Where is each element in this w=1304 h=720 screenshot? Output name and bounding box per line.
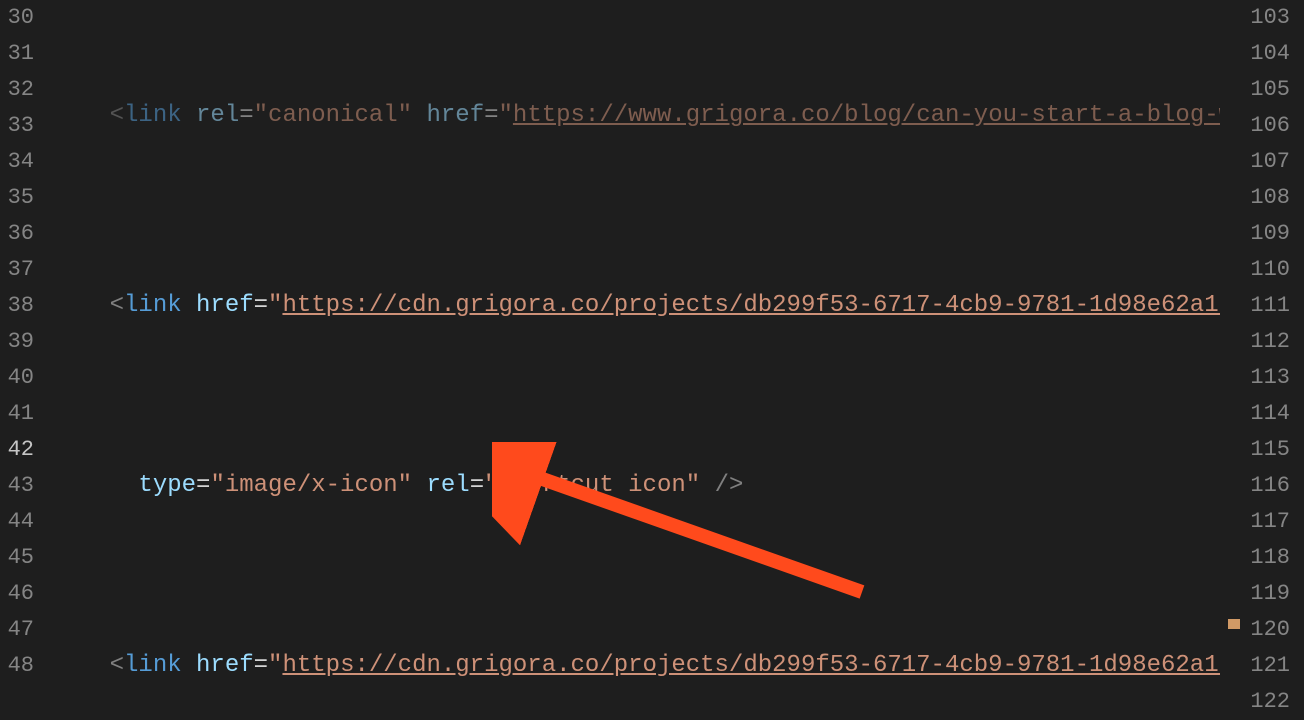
line-number: 109	[1220, 216, 1290, 252]
line-number: 32	[0, 72, 34, 108]
line-number: 107	[1220, 144, 1290, 180]
line-number: 36	[0, 216, 34, 252]
line-number-current: 42	[0, 432, 34, 468]
code-line[interactable]: <link href="https://cdn.grigora.co/proje…	[52, 648, 1220, 684]
line-number: 121	[1220, 648, 1290, 684]
line-number: 119	[1220, 576, 1290, 612]
url-link[interactable]: https://cdn.grigora.co/projects/db299f53…	[282, 652, 1220, 679]
line-number: 31	[0, 36, 34, 72]
line-number: 35	[0, 180, 34, 216]
line-number: 44	[0, 504, 34, 540]
line-number: 116	[1220, 468, 1290, 504]
line-number: 43	[0, 468, 34, 504]
code-line[interactable]: <link href="https://cdn.grigora.co/proje…	[52, 288, 1220, 324]
code-line[interactable]: type="image/x-icon" rel="shortcut icon" …	[52, 468, 1220, 504]
code-content[interactable]: <link rel="canonical" href="https://www.…	[52, 0, 1220, 704]
line-number: 122	[1220, 684, 1290, 720]
line-numbers-right: 103 104 105 106 107 108 109 110 111 112 …	[1220, 0, 1304, 704]
line-number: 114	[1220, 396, 1290, 432]
line-number: 105	[1220, 72, 1290, 108]
line-number: 41	[0, 396, 34, 432]
line-number: 46	[0, 576, 34, 612]
line-number: 30	[0, 0, 34, 36]
url-link[interactable]: https://www.grigora.co/blog/can-you-star…	[513, 102, 1220, 129]
line-number: 108	[1220, 180, 1290, 216]
code-editor[interactable]: 30 31 32 33 34 35 36 37 38 39 40 41 42 4…	[0, 0, 1304, 704]
line-number: 39	[0, 324, 34, 360]
line-number: 38	[0, 288, 34, 324]
code-line[interactable]: <link rel="canonical" href="https://www.…	[52, 98, 1220, 134]
line-number: 33	[0, 108, 34, 144]
url-link[interactable]: https://cdn.grigora.co/projects/db299f53…	[282, 292, 1220, 319]
line-number: 113	[1220, 360, 1290, 396]
line-number: 120	[1220, 612, 1290, 648]
line-number: 117	[1220, 504, 1290, 540]
line-number: 110	[1220, 252, 1290, 288]
line-number: 118	[1220, 540, 1290, 576]
line-numbers-left: 30 31 32 33 34 35 36 37 38 39 40 41 42 4…	[0, 0, 52, 704]
line-number: 111	[1220, 288, 1290, 324]
line-number: 106	[1220, 108, 1290, 144]
line-number: 103	[1220, 0, 1290, 36]
minimap-marker-icon	[1228, 619, 1240, 629]
line-number: 37	[0, 252, 34, 288]
line-number: 48	[0, 648, 34, 684]
line-number: 40	[0, 360, 34, 396]
line-number: 45	[0, 540, 34, 576]
line-number: 104	[1220, 36, 1290, 72]
line-number: 115	[1220, 432, 1290, 468]
line-number: 47	[0, 612, 34, 648]
line-number: 112	[1220, 324, 1290, 360]
line-number: 34	[0, 144, 34, 180]
